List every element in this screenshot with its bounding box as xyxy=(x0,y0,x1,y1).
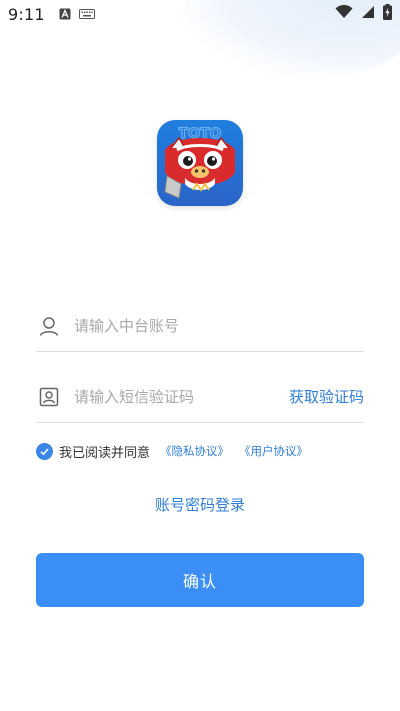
account-input[interactable] xyxy=(74,316,364,335)
account-field[interactable] xyxy=(36,300,364,352)
wifi-icon xyxy=(335,4,353,23)
a-box-icon xyxy=(59,8,71,20)
app-logo: TOTO xyxy=(157,120,243,206)
confirm-button[interactable]: 确认 xyxy=(36,553,364,607)
code-field[interactable]: 获取验证码 xyxy=(36,371,364,423)
user-agreement-link[interactable]: 《用户协议》 xyxy=(239,443,308,459)
battery-charging-icon xyxy=(383,4,392,24)
status-time: 9:11 xyxy=(8,4,45,24)
signal-icon xyxy=(361,5,375,23)
id-card-icon xyxy=(38,386,60,408)
keyboard-icon xyxy=(78,8,95,20)
privacy-policy-link[interactable]: 《隐私协议》 xyxy=(160,443,229,459)
agreement-row: 我已阅读并同意 《隐私协议》 《用户协议》 xyxy=(36,440,308,462)
get-code-button[interactable]: 获取验证码 xyxy=(289,386,364,407)
status-bar: 9:11 xyxy=(0,0,400,28)
agreement-text: 我已阅读并同意 xyxy=(59,445,151,461)
password-login-link[interactable]: 账号密码登录 xyxy=(0,494,400,515)
user-icon xyxy=(38,315,60,337)
agreement-checkbox[interactable] xyxy=(36,442,53,460)
sms-code-input[interactable] xyxy=(74,387,289,406)
